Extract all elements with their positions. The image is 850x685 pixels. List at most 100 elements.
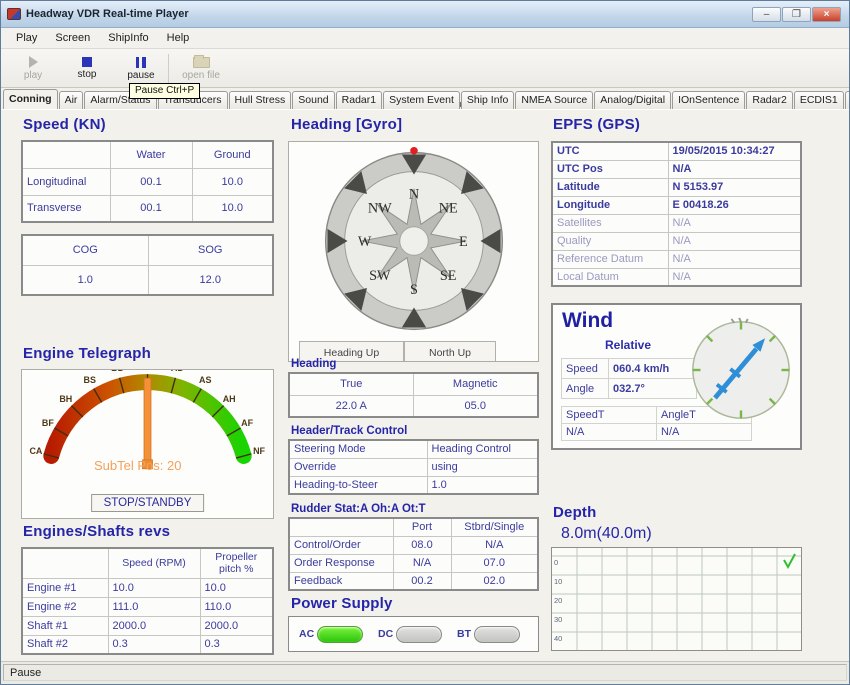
tab-air[interactable]: Air: [59, 91, 84, 109]
app-icon: [7, 8, 21, 20]
table-row: SatellitesN/A: [552, 214, 801, 232]
table-row: Reference DatumN/A: [552, 250, 801, 268]
ac-indicator: [317, 626, 363, 643]
svg-text:W: W: [358, 234, 372, 250]
table-row: Longitudinal 00.1 10.0: [22, 168, 273, 195]
depth-panel-title: Depth: [553, 504, 597, 521]
wind-mode-label: Relative: [605, 338, 651, 352]
svg-text:SE: SE: [440, 268, 457, 284]
cog-header: COG: [22, 235, 148, 265]
table-row: Local DatumN/A: [552, 268, 801, 286]
power-panel-title: Power Supply: [291, 595, 393, 612]
svg-text:BF: BF: [42, 418, 54, 428]
window-controls: – ❐ ×: [752, 7, 843, 22]
tab-radar2[interactable]: Radar2: [746, 91, 792, 109]
tab-ecdis1[interactable]: ECDIS1: [794, 91, 844, 109]
pause-icon: [136, 57, 146, 68]
tab-analog-digital[interactable]: Analog/Digital: [594, 91, 671, 109]
speed-header-ground: Ground: [192, 141, 273, 168]
table-row: True Magnetic: [289, 373, 538, 395]
cog-value: 1.0: [22, 265, 148, 295]
svg-text:BS: BS: [84, 375, 96, 385]
dc-label: DC: [378, 628, 393, 640]
table-row: Control/Order08.0N/A: [289, 536, 538, 554]
tab-ecdis2[interactable]: ECDIS2: [845, 91, 849, 109]
depth-value: 8.0m(40.0m): [561, 525, 652, 543]
svg-text:AH: AH: [223, 394, 236, 404]
pause-tooltip: Pause Ctrl+P: [129, 83, 200, 99]
svg-text:0: 0: [554, 558, 558, 567]
tab-nmea-source[interactable]: NMEA Source: [515, 91, 593, 109]
power-supply-panel: AC DC BT: [288, 616, 539, 652]
tab-system-event[interactable]: System Event: [383, 91, 460, 109]
svg-text:NE: NE: [439, 201, 458, 217]
table-row: UTC19/05/2015 10:34:27: [552, 142, 801, 160]
bt-indicator: [474, 626, 520, 643]
svg-text:N: N: [409, 186, 419, 202]
speed-header-blank: [22, 141, 110, 168]
stop-button[interactable]: stop: [63, 52, 111, 85]
tab-conning[interactable]: Conning: [3, 89, 58, 109]
ac-label: AC: [299, 628, 314, 640]
wind-direction-gauge: [688, 317, 794, 423]
tab-sound[interactable]: Sound: [292, 91, 334, 109]
gyro-panel-title: Heading [Gyro]: [291, 116, 402, 133]
menu-help[interactable]: Help: [158, 30, 199, 46]
engines-shafts-table: Speed (RPM) Propeller pitch % Engine #11…: [21, 547, 274, 655]
stop-label: stop: [78, 69, 97, 80]
stop-icon: [82, 57, 92, 67]
svg-text:E: E: [459, 234, 468, 250]
stop-standby-button[interactable]: STOP/STANDBY: [91, 494, 205, 512]
power-ac-group: AC: [299, 626, 370, 643]
open-file-button[interactable]: open file: [177, 52, 225, 85]
menu-screen[interactable]: Screen: [46, 30, 99, 46]
title-bar: Headway VDR Real-time Player – ❐ ×: [1, 1, 849, 28]
menu-shipinfo[interactable]: ShipInfo: [99, 30, 157, 46]
conning-page: Speed (KN) Water Ground Longitudinal 00.…: [1, 109, 849, 661]
rudder-table: Port Stbrd/Single Control/Order08.0N/A O…: [288, 517, 539, 591]
pause-button[interactable]: pause: [117, 52, 165, 85]
tab-radar1[interactable]: Radar1: [336, 91, 382, 109]
telegraph-panel-title: Engine Telegraph: [23, 345, 151, 362]
tab-hull-stress[interactable]: Hull Stress: [229, 91, 292, 109]
table-row: UTC PosN/A: [552, 160, 801, 178]
svg-text:AS: AS: [199, 375, 211, 385]
table-row: QualityN/A: [552, 232, 801, 250]
table-row: COG SOG: [22, 235, 273, 265]
menu-play[interactable]: Play: [7, 30, 46, 46]
window-title: Headway VDR Real-time Player: [26, 8, 189, 20]
play-button[interactable]: play: [9, 52, 57, 85]
epfs-panel-title: EPFS (GPS): [553, 116, 640, 133]
table-row: 22.0 A 05.0: [289, 395, 538, 417]
tab-ionsentence[interactable]: IOnSentence: [672, 91, 745, 109]
svg-text:BH: BH: [59, 394, 72, 404]
telegraph-arc: CA BF BH BS BD ST AD AS AH AF NF: [22, 370, 273, 470]
minimize-button[interactable]: –: [752, 7, 781, 22]
table-row: Shaft #20.30.3: [22, 635, 273, 654]
depth-y-axis-labels: 0 10 20 30 40: [554, 558, 562, 643]
status-text: Pause: [3, 664, 847, 681]
heading-marker-dot: [410, 147, 418, 155]
table-row: Heading-to-Steer1.0: [289, 476, 538, 494]
track-control-table: Steering ModeHeading Control Overrideusi…: [288, 439, 539, 495]
play-label: play: [24, 70, 42, 81]
table-row: Engine #2111.0110.0: [22, 597, 273, 616]
maximize-button[interactable]: ❐: [782, 7, 811, 22]
tab-ship-info[interactable]: Ship Info: [461, 91, 514, 109]
svg-text:SW: SW: [369, 268, 391, 284]
status-bar: Pause: [1, 661, 849, 684]
cog-sog-table: COG SOG 1.0 12.0: [21, 234, 274, 296]
north-up-button[interactable]: North Up: [404, 341, 496, 361]
table-row: Port Stbrd/Single: [289, 518, 538, 536]
close-button[interactable]: ×: [812, 7, 841, 22]
svg-text:CA: CA: [29, 446, 42, 456]
dc-indicator: [396, 626, 442, 643]
heading-panel-title: Heading: [291, 358, 336, 370]
menu-bar: Play Screen ShipInfo Help: [1, 28, 849, 49]
svg-text:10: 10: [554, 577, 562, 586]
table-row: Steering ModeHeading Control: [289, 440, 538, 458]
bt-label: BT: [457, 628, 471, 640]
speed-table: Water Ground Longitudinal 00.1 10.0 Tran…: [21, 140, 274, 223]
toolbar-separator: [168, 54, 169, 83]
wind-speed-angle-table: Speed060.4 km/h Angle032.7°: [561, 358, 697, 399]
